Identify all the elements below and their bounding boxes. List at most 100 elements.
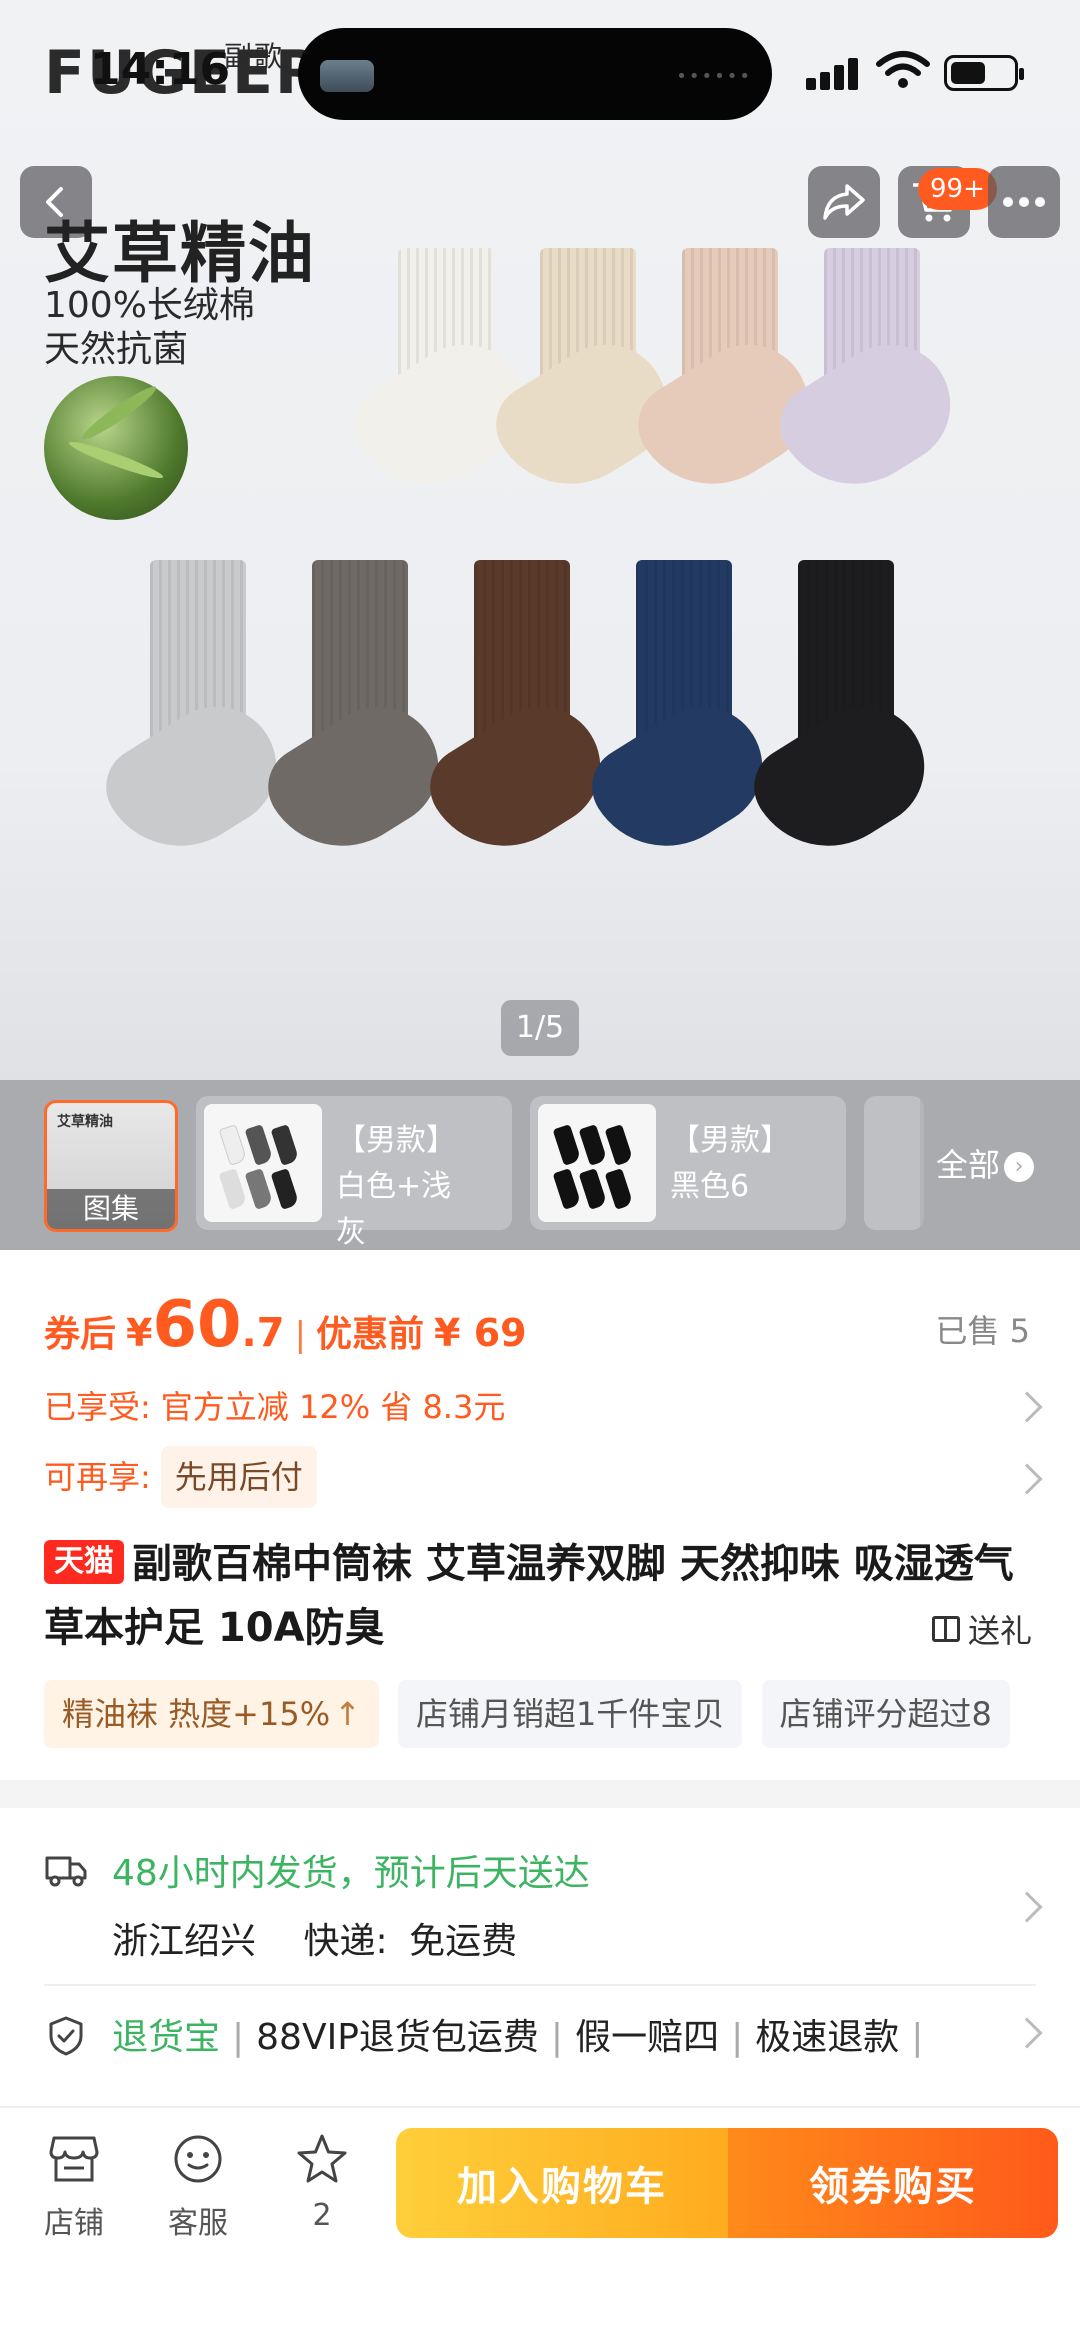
dynamic-island: •••••• xyxy=(298,28,772,120)
product-title: 天猫 副歌百棉中筒袜 艾草温养双脚 天然抑味 吸湿透气草本护足 10A防臭 xyxy=(44,1532,1044,1660)
promo-enjoyed-row[interactable]: 已享受: 官方立减 12% 省 8.3元 xyxy=(44,1382,505,1428)
product-hero-image[interactable]: FUGEER 副歌 14:16 •••••• 99+ 艾草精油 100%长绒棉 … xyxy=(0,0,1080,1080)
promo-more-label: 可再享: xyxy=(44,1458,151,1496)
sock-image xyxy=(765,248,984,528)
tmall-badge: 天猫 xyxy=(44,1540,124,1584)
more-dots-icon xyxy=(1003,197,1045,207)
shipping-details: 浙江绍兴 快递: 免运费 xyxy=(112,1912,517,1964)
service-separator: | xyxy=(911,2017,924,2058)
wifi-icon xyxy=(876,51,930,88)
sold-count: 已售 5 xyxy=(935,1312,1030,1350)
chevron-right-icon xyxy=(1011,1463,1043,1495)
sku-gallery-mini-text: 艾草精油 xyxy=(57,1114,113,1130)
tag-item[interactable]: 店铺评分超过8 xyxy=(761,1680,1010,1748)
sku-gallery-label: 图集 xyxy=(47,1189,175,1229)
sku-option[interactable]: 【男款】白色+浅灰 xyxy=(196,1096,512,1250)
chevron-right-icon xyxy=(1011,1891,1043,1923)
original-price-label: 优惠前 xyxy=(316,1314,425,1355)
all-sku-label: 全部 xyxy=(936,1146,1001,1184)
cart-count-badge: 99+ xyxy=(918,168,997,210)
service-item: 假一赔四 xyxy=(575,2017,720,2058)
price-integer: 60 xyxy=(152,1288,242,1362)
buy-with-coupon-button[interactable]: 领券购买 xyxy=(728,2128,1058,2238)
service-separator: | xyxy=(232,2017,245,2058)
product-info-card: 券后 ¥ 60 .7 | 优惠前 ¥ 69 已售 5 已享受: 官方立减 12% … xyxy=(0,1250,1080,1780)
price-separator: | xyxy=(294,1315,307,1355)
chevron-right-icon xyxy=(1011,1391,1043,1423)
chevron-right-icon: › xyxy=(1004,1152,1035,1182)
island-thumbnail xyxy=(320,60,374,92)
promo-more-row[interactable]: 可再享: 先用后付 xyxy=(44,1446,317,1508)
hero-subtitle-line: 天然抗菌 xyxy=(44,329,189,370)
sku-gallery-thumb[interactable]: 艾草精油 图集 xyxy=(44,1100,178,1232)
cellular-signal-icon xyxy=(806,56,866,90)
express-label: 快递: xyxy=(303,1921,388,1962)
service-item: 极速退款 xyxy=(755,2017,900,2058)
sku-selector-strip: 艾草精油 图集 【男款】白色+浅灰 【男款】黑色6 xyxy=(0,1080,1080,1250)
price-row: 券后 ¥ 60 .7 | 优惠前 ¥ 69 xyxy=(44,1288,527,1362)
bottom-action-bar: 店铺 客服 2 加入购物车 领券购买 xyxy=(0,2106,1080,2342)
sku-option-label: 【男款】黑色6 xyxy=(670,1123,790,1204)
chevron-right-icon xyxy=(1011,2017,1043,2049)
store-button[interactable]: 店铺 xyxy=(24,2130,124,2242)
price-label: 券后 xyxy=(44,1314,117,1355)
sku-thumb-image xyxy=(204,1104,322,1222)
service-item: 退货宝 xyxy=(112,2017,221,2058)
divider xyxy=(44,1984,1036,1986)
tag-item[interactable]: 店铺月销超1千件宝贝 xyxy=(398,1680,743,1748)
all-sku-button[interactable]: 全部 › xyxy=(920,1080,1080,1250)
status-time: 14:16 xyxy=(90,44,231,95)
add-to-cart-button[interactable]: 加入购物车 xyxy=(396,2128,728,2238)
favorite-button[interactable]: 2 xyxy=(272,2130,372,2233)
customer-service-label: 客服 xyxy=(168,2206,228,2241)
tag-label: 精油袜 热度+15% xyxy=(62,1695,331,1733)
customer-service-button[interactable]: 客服 xyxy=(148,2130,248,2242)
hero-subtitle-line: 100%长绒棉 xyxy=(44,285,255,326)
gift-icon xyxy=(931,1616,960,1642)
mugwort-herb-image xyxy=(44,376,188,520)
promo-enjoyed-label: 已享受: xyxy=(44,1388,151,1426)
price-decimal: .7 xyxy=(241,1310,285,1356)
tag-hot[interactable]: 精油袜 热度+15% ↑ xyxy=(44,1680,379,1748)
battery-icon xyxy=(944,55,1024,91)
service-separator: | xyxy=(550,2017,564,2058)
sku-option[interactable]: 【男款】黑色6 xyxy=(530,1096,846,1230)
price-currency: ¥ xyxy=(126,1311,153,1355)
sock-image xyxy=(739,560,958,880)
status-bar: 14:16 •••••• xyxy=(0,0,1080,130)
promo-enjoyed-value: 官方立减 12% 省 8.3元 xyxy=(160,1388,506,1426)
store-icon xyxy=(49,2136,99,2182)
gift-label: 送礼 xyxy=(967,1612,1032,1650)
buy-now-pay-later-tag: 先用后付 xyxy=(160,1446,317,1508)
delivery-eta: 48小时内发货，预计后天送达 xyxy=(112,1853,590,1894)
share-icon xyxy=(823,184,865,220)
star-icon xyxy=(297,2134,347,2183)
sku-option-partial[interactable] xyxy=(864,1096,924,1230)
hero-title: 艾草精油 xyxy=(44,215,316,292)
more-button[interactable] xyxy=(988,166,1060,238)
hero-subtitle: 100%长绒棉 天然抗菌 xyxy=(44,284,255,372)
delivery-truck-icon xyxy=(45,1856,87,1887)
product-title-text: 副歌百棉中筒袜 艾草温养双脚 天然抑味 吸湿透气草本护足 10A防臭 xyxy=(44,1541,1014,1651)
share-button[interactable] xyxy=(808,166,880,238)
favorite-count: 2 xyxy=(312,2198,332,2233)
product-tags: 精油袜 热度+15% ↑ 店铺月销超1千件宝贝 店铺评分超过8 xyxy=(44,1680,1080,1752)
service-item: 88VIP退货包运费 xyxy=(256,2017,539,2058)
island-dots: •••••• xyxy=(676,66,752,87)
service-separator: | xyxy=(731,2017,744,2058)
store-label: 店铺 xyxy=(44,2206,104,2241)
ship-origin: 浙江绍兴 xyxy=(112,1921,257,1962)
sku-option-label: 【男款】白色+浅灰 xyxy=(336,1123,456,1250)
section-divider xyxy=(0,1780,1080,1808)
customer-service-icon xyxy=(174,2135,222,2183)
arrow-up-icon: ↑ xyxy=(334,1695,361,1733)
product-page: FUGEER 副歌 14:16 •••••• 99+ 艾草精油 100%长绒棉 … xyxy=(0,0,1080,2342)
shipping-card[interactable]: 48小时内发货，预计后天送达 浙江绍兴 快递: 免运费 退货宝 | 88VIP退货包… xyxy=(0,1808,1080,2108)
express-value: 免运费 xyxy=(409,1921,518,1962)
gift-button[interactable]: 送礼 xyxy=(931,1606,1032,1652)
sku-thumb-image xyxy=(538,1104,656,1222)
image-pager: 1/5 xyxy=(501,1000,579,1056)
shield-check-icon xyxy=(49,2016,83,2056)
service-guarantees[interactable]: 退货宝 | 88VIP退货包运费 | 假一赔四 | 极速退款 | xyxy=(112,2008,982,2060)
original-price-value: ¥ 69 xyxy=(434,1311,527,1355)
